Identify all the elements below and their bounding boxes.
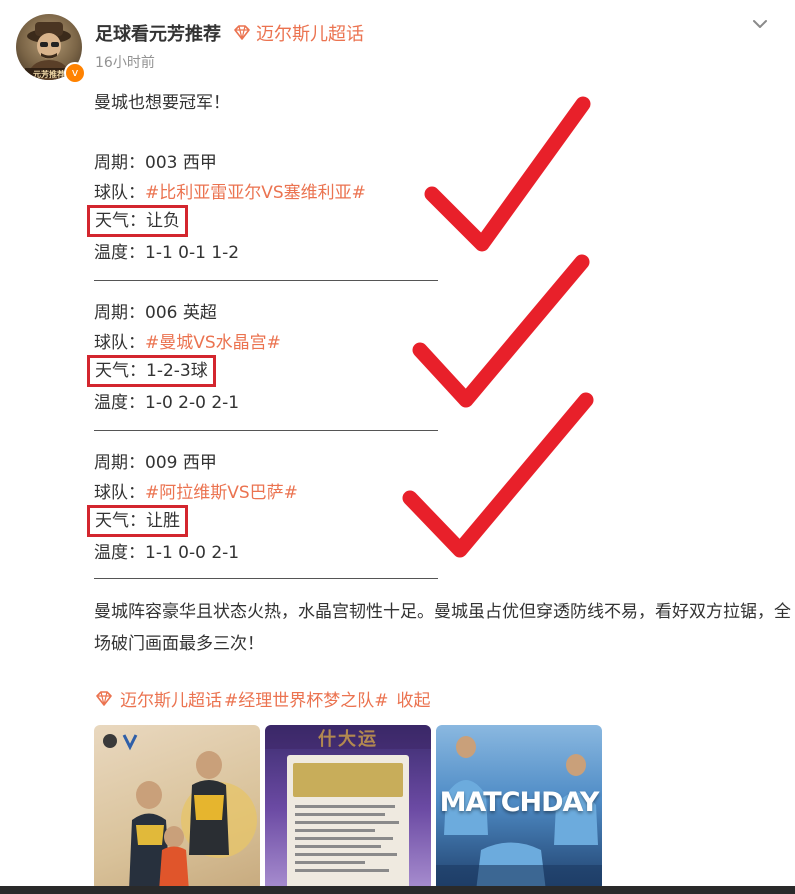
divider (94, 578, 438, 579)
image-thumbnail-1[interactable] (94, 725, 260, 891)
match-1-period: 周期：003 西甲 (94, 153, 217, 173)
weather-highlight-box: 天气：让胜 (87, 505, 188, 537)
weather-highlight-box: 天气：1-2-3球 (87, 355, 216, 387)
collapse-link[interactable]: 收起 (397, 686, 431, 711)
match-1-hashtag[interactable]: #比利亚雷亚尔VS塞维利亚# (145, 183, 366, 203)
check-mark-icon (424, 96, 591, 252)
post-intro: 曼城也想要冠军！ (94, 93, 230, 113)
diamond-icon (234, 25, 250, 40)
match-2-temp: 温度：1-0 2-0 2-1 (94, 393, 240, 413)
bottom-bar (0, 886, 795, 894)
match-2-period: 周期：006 英超 (94, 303, 217, 323)
match-2-team: 球队：#曼城VS水晶宫# (94, 328, 281, 353)
weather-highlight-box: 天气：让负 (87, 205, 188, 237)
chevron-down-icon[interactable] (750, 14, 770, 34)
post-time: 16小时前 (95, 55, 155, 71)
match-3-weather: 天气：让胜 (87, 505, 188, 537)
super-topic-link[interactable]: 迈尔斯儿超话 (232, 20, 364, 46)
team-label: 球队： (94, 483, 145, 503)
check-mark-icon (412, 254, 590, 408)
check-mark-icon (402, 392, 594, 558)
team-label: 球队： (94, 183, 145, 203)
author-name[interactable]: 足球看元芳推荐 (95, 20, 221, 46)
match-2-hashtag[interactable]: #曼城VS水晶宫# (145, 333, 281, 353)
match-1-temp: 温度：1-1 0-1 1-2 (94, 243, 240, 263)
diamond-icon (96, 690, 112, 706)
lottery-ticket-photo-icon (265, 725, 431, 891)
divider (94, 430, 438, 431)
hashtag-link[interactable]: #经理世界杯梦之队# (224, 686, 389, 711)
image-thumbnail-3[interactable]: MATCHDAY (436, 725, 602, 891)
match-3-temp: 温度：1-1 0-0 2-1 (94, 543, 240, 563)
verified-badge-icon: v (64, 62, 86, 84)
divider (94, 280, 438, 281)
match-3-team: 球队：#阿拉维斯VS巴萨# (94, 478, 298, 503)
post-body: 曼城阵容豪华且状态火热，水晶宫韧性十足。曼城虽占优但穿透防线不易，看好双方拉锯，… (94, 602, 791, 654)
match-1-team: 球队：#比利亚雷亚尔VS塞维利亚# (94, 178, 366, 203)
topic-links: 迈尔斯儿超话 #经理世界杯梦之队# 收起 (94, 686, 431, 711)
image-overlay-text: MATCHDAY (439, 787, 600, 818)
team-label: 球队： (94, 333, 145, 353)
super-topic-label: 迈尔斯儿超话 (256, 24, 364, 45)
match-2-weather: 天气：1-2-3球 (87, 355, 216, 387)
match-1-weather: 天气：让负 (87, 205, 188, 237)
football-players-photo-icon (103, 734, 257, 891)
super-topic-link[interactable]: 迈尔斯儿超话 (120, 686, 222, 711)
match-3-hashtag[interactable]: #阿拉维斯VS巴萨# (145, 483, 298, 503)
image-thumbnail-2[interactable]: 什大运 (265, 725, 431, 891)
match-3-period: 周期：009 西甲 (94, 453, 217, 473)
